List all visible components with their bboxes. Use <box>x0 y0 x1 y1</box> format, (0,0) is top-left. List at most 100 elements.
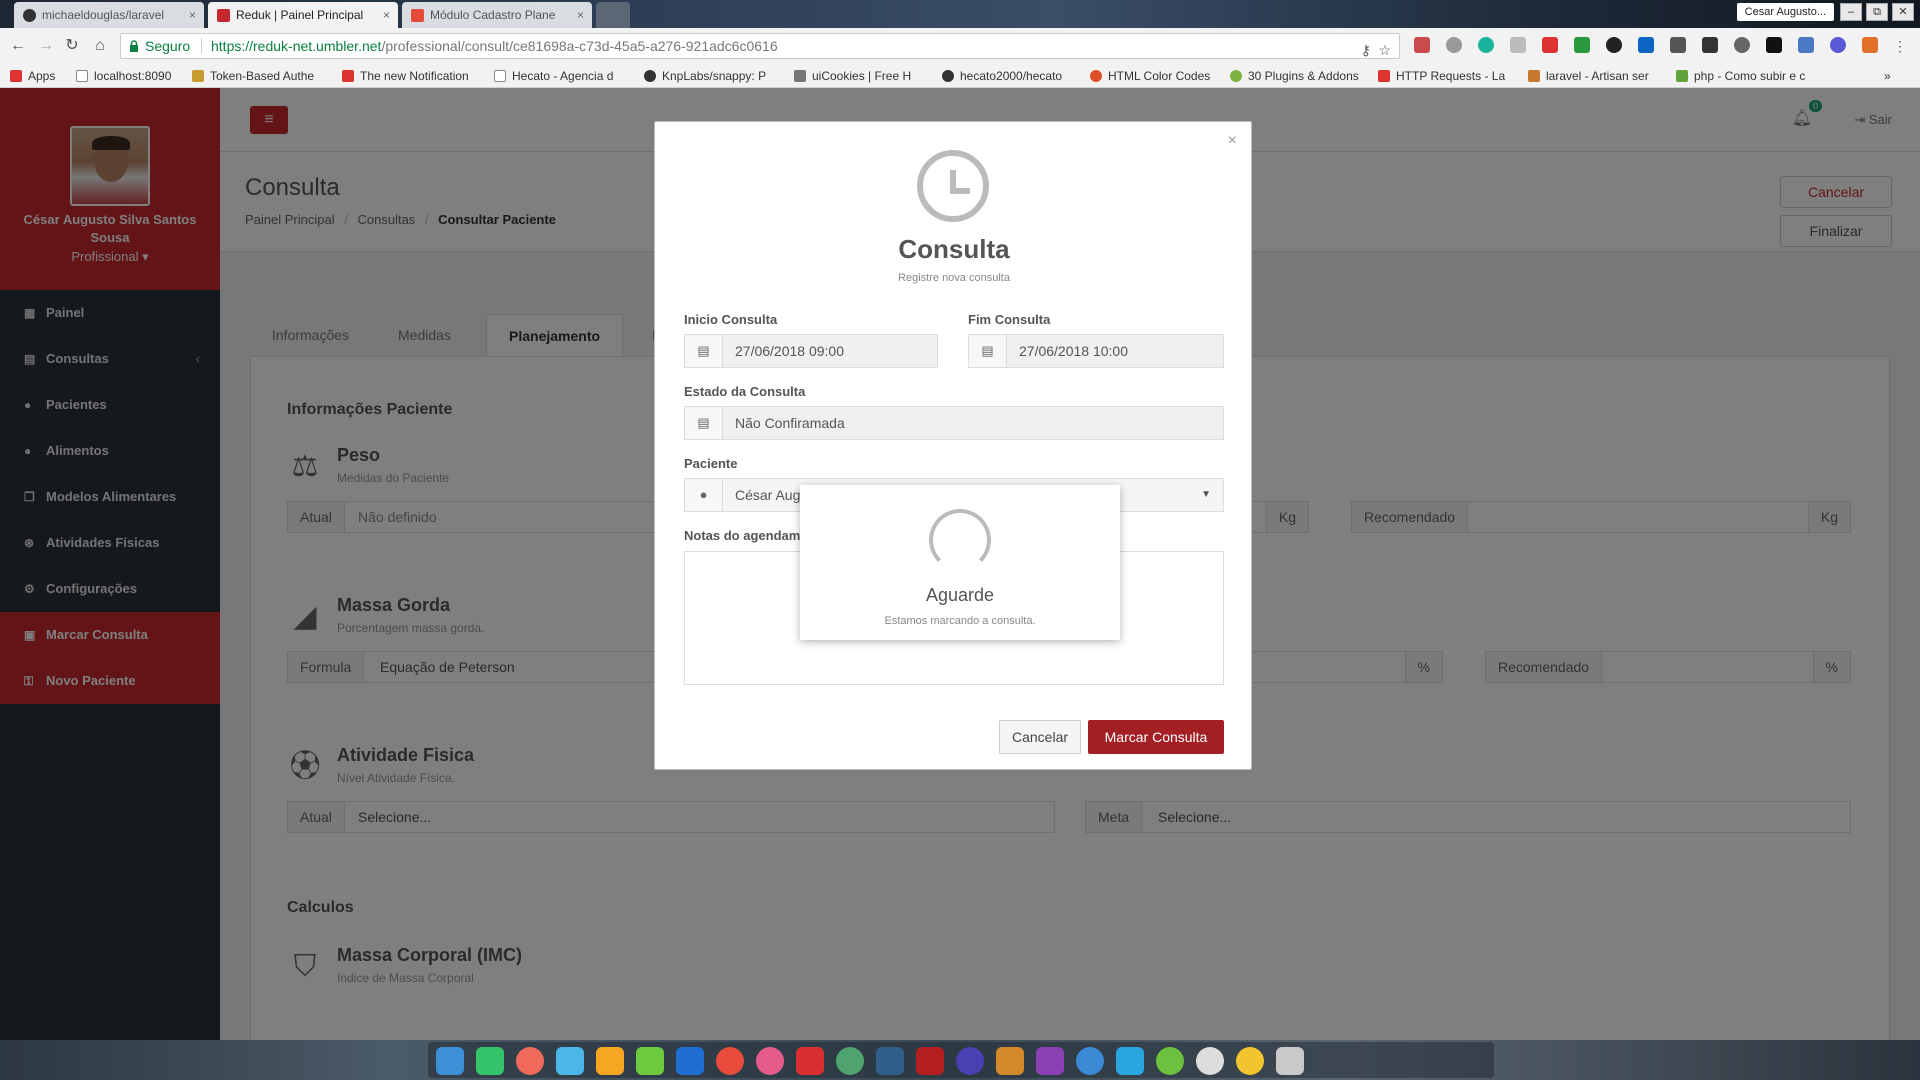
close-tab-icon[interactable]: × <box>383 2 390 28</box>
page-icon <box>494 70 506 82</box>
music-icon[interactable] <box>636 1047 664 1075</box>
app-icon[interactable] <box>1156 1047 1184 1075</box>
app-icon[interactable] <box>516 1047 544 1075</box>
close-tab-icon[interactable]: × <box>189 2 196 28</box>
forward-icon[interactable]: → <box>36 36 56 56</box>
extension-icon[interactable] <box>1606 37 1622 53</box>
bookmark-item[interactable]: localhost:8090 <box>76 68 180 84</box>
browser-tab[interactable]: Módulo Cadastro Plane × <box>402 2 592 28</box>
monitor-icon[interactable] <box>956 1047 984 1075</box>
extension-icon[interactable] <box>1446 37 1462 53</box>
bookmark-item[interactable]: The new Notification <box>342 68 476 84</box>
bookmark-item[interactable]: 30 Plugins & Addons <box>1230 68 1368 84</box>
extension-icon[interactable] <box>1766 37 1782 53</box>
extension-icon[interactable] <box>1478 37 1494 53</box>
launcher-icon[interactable] <box>436 1047 464 1075</box>
extension-icon[interactable] <box>1830 37 1846 53</box>
bookmark-favicon-icon <box>342 70 354 82</box>
new-tab-button[interactable] <box>596 2 630 28</box>
users-icon: ● <box>685 479 723 511</box>
bookmark-label: php - Como subir e c <box>1694 69 1806 83</box>
browser-menu-icon[interactable]: ⋮ <box>1890 36 1910 56</box>
github-icon <box>644 70 656 82</box>
app-icon[interactable] <box>476 1047 504 1075</box>
url-input[interactable]: Seguro https://reduk-net.umbler.net/prof… <box>120 33 1400 59</box>
url-text: https://reduk-net.umbler.net/professiona… <box>211 34 778 58</box>
window-user-badge[interactable]: Cesar Augusto... <box>1736 3 1834 21</box>
close-tab-icon[interactable]: × <box>577 2 584 28</box>
bookmark-item[interactable]: uiCookies | Free H <box>794 68 928 84</box>
extension-icon[interactable] <box>1798 37 1814 53</box>
extension-icon[interactable] <box>1702 37 1718 53</box>
clock-hand <box>950 188 970 194</box>
chrome-icon[interactable] <box>716 1047 744 1075</box>
extension-icon[interactable] <box>1670 37 1686 53</box>
minimize-button[interactable]: – <box>1840 3 1862 21</box>
star-icon[interactable]: ☆ <box>1378 38 1391 62</box>
bookmark-item[interactable]: HTTP Requests - La <box>1378 68 1512 84</box>
browser-tab-active[interactable]: Reduk | Painel Principal × <box>208 2 398 28</box>
clock-icon[interactable] <box>1236 1047 1264 1075</box>
app-icon[interactable] <box>596 1047 624 1075</box>
close-icon[interactable]: × <box>1228 132 1237 150</box>
status-input[interactable]: ▤ Não Confiramada <box>684 406 1224 440</box>
bookmark-favicon-icon <box>1090 70 1102 82</box>
bookmark-favicon-icon <box>1230 70 1242 82</box>
restore-button[interactable]: ⧉ <box>1866 3 1888 21</box>
video-icon[interactable] <box>676 1047 704 1075</box>
filezilla-icon[interactable] <box>916 1047 944 1075</box>
start-datetime-input[interactable]: ▤ 27/06/2018 09:00 <box>684 334 938 368</box>
clock-icon <box>917 150 989 222</box>
app-icon[interactable] <box>556 1047 584 1075</box>
dock <box>428 1042 1494 1078</box>
terminal-icon[interactable] <box>796 1047 824 1075</box>
extension-icon[interactable] <box>1574 37 1590 53</box>
lock-icon <box>130 40 138 52</box>
bookmark-item[interactable]: laravel - Artisan ser <box>1528 68 1664 84</box>
phpstorm-icon[interactable] <box>1036 1047 1064 1075</box>
bookmark-item[interactable]: hecato2000/hecato <box>942 68 1082 84</box>
extension-icon[interactable] <box>1414 37 1430 53</box>
bookmark-item[interactable]: Token-Based Authe <box>192 68 326 84</box>
bookmark-label: HTTP Requests - La <box>1396 69 1506 83</box>
settings-icon[interactable] <box>756 1047 784 1075</box>
bookmark-label: uiCookies | Free H <box>812 69 912 83</box>
bookmark-label: Apps <box>28 69 56 83</box>
linkedin-icon[interactable] <box>1638 37 1654 53</box>
schedule-consult-button[interactable]: Marcar Consulta <box>1088 720 1224 754</box>
close-window-button[interactable]: ✕ <box>1892 3 1914 21</box>
bookmark-item[interactable]: HTML Color Codes <box>1090 68 1224 84</box>
extension-icon[interactable] <box>1542 37 1558 53</box>
end-label: Fim Consulta <box>968 312 1051 327</box>
reload-icon[interactable]: ↻ <box>62 36 82 56</box>
loading-title: Aguarde <box>925 585 995 605</box>
bookmark-item[interactable]: KnpLabs/snappy: P <box>644 68 778 84</box>
sublime-icon[interactable] <box>996 1047 1024 1075</box>
app-icon[interactable] <box>1196 1047 1224 1075</box>
browser-icon[interactable] <box>1076 1047 1104 1075</box>
end-datetime-input[interactable]: ▤ 27/06/2018 10:00 <box>968 334 1224 368</box>
bookmark-item[interactable]: php - Como subir e c <box>1676 68 1826 84</box>
cancel-button[interactable]: Cancelar <box>999 720 1081 754</box>
bookmark-item[interactable]: Hecato - Agencia d <box>494 68 628 84</box>
bookmark-label: Hecato - Agencia d <box>512 69 614 83</box>
extension-icon[interactable] <box>1510 37 1526 53</box>
back-icon[interactable]: ← <box>8 36 28 56</box>
home-icon[interactable]: ⌂ <box>90 36 110 56</box>
calendar-icon: ▤ <box>685 335 723 367</box>
extension-icon[interactable] <box>1862 37 1878 53</box>
bookmark-label: laravel - Artisan ser <box>1546 69 1649 83</box>
extension-icon[interactable] <box>1734 37 1750 53</box>
wifi-icon[interactable] <box>1116 1047 1144 1075</box>
calendar-icon: ▤ <box>969 335 1007 367</box>
key-icon[interactable]: ⚷ <box>1361 38 1371 62</box>
modal-subtitle: Registre nova consulta <box>898 272 1010 284</box>
mysql-icon[interactable] <box>876 1047 904 1075</box>
browser-tab[interactable]: michaeldouglas/laravel × <box>14 2 204 28</box>
atom-icon[interactable] <box>836 1047 864 1075</box>
start-label: Inicio Consulta <box>684 312 778 327</box>
bookmark-apps[interactable]: Apps <box>10 68 68 84</box>
bookmark-label: 30 Plugins & Addons <box>1248 69 1359 83</box>
more-bookmarks-icon[interactable]: » <box>1884 68 1904 84</box>
trash-icon[interactable] <box>1276 1047 1304 1075</box>
